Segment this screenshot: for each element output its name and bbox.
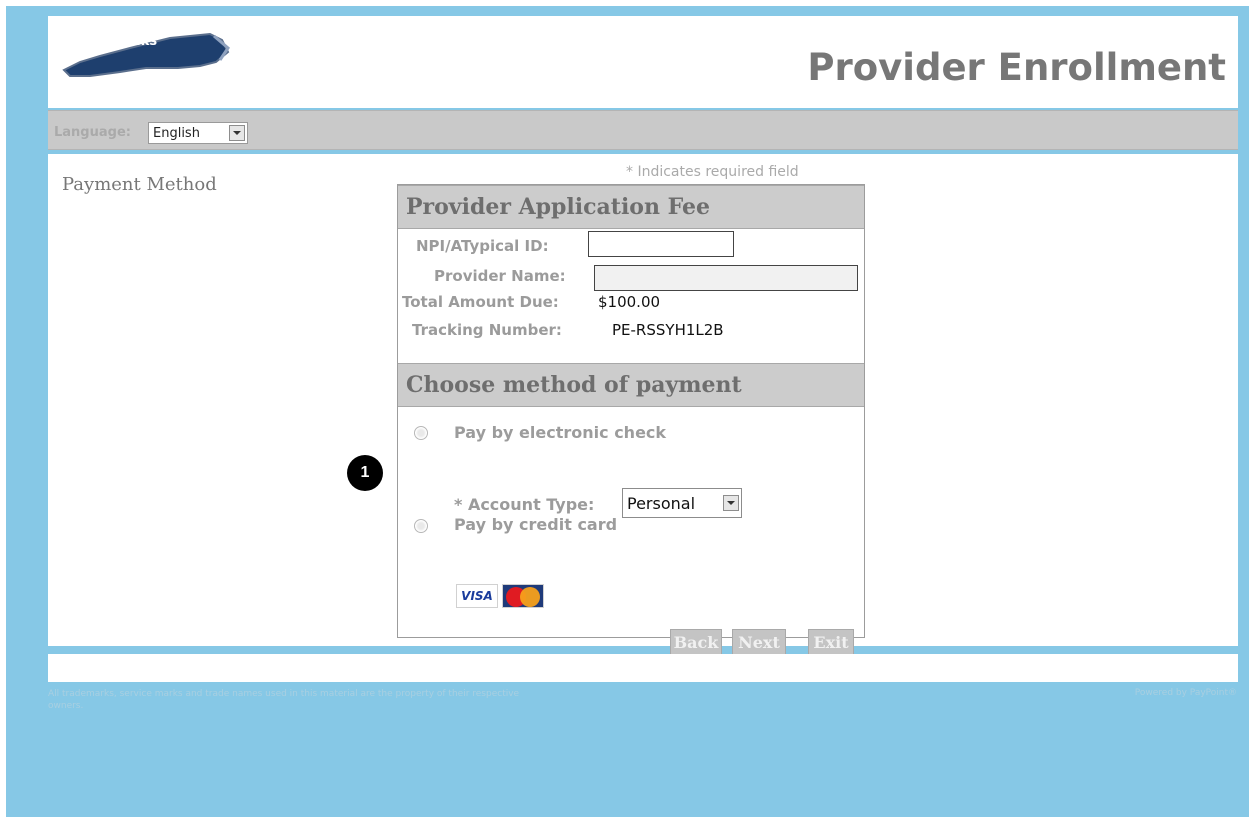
total-amount-label: Total Amount Due: (402, 293, 559, 311)
step-callout-badge: 1 (347, 455, 383, 491)
payment-method-header: Choose method of payment (398, 363, 864, 407)
next-button[interactable]: Next (732, 629, 786, 657)
fee-section-header: Provider Application Fee (398, 185, 864, 229)
exit-button[interactable]: Exit (808, 629, 854, 657)
main-content: Payment Method * Indicates required fiel… (48, 154, 1238, 657)
credit-card-radio[interactable] (414, 519, 428, 533)
payment-form: Provider Application Fee NPI/ATypical ID… (397, 184, 865, 657)
provider-name-label: Provider Name: (434, 267, 566, 285)
account-type-select[interactable]: Personal (622, 488, 742, 518)
visa-card-icon: VISA (456, 584, 498, 608)
page-canvas: NCTracks Provider Enrollment Language: E… (6, 6, 1249, 817)
language-label: Language: (54, 125, 131, 140)
tracking-number-label: Tracking Number: (412, 321, 562, 339)
total-amount-value: $100.00 (598, 293, 661, 311)
echeck-option-label[interactable]: Pay by electronic check (454, 423, 666, 442)
chevron-down-icon[interactable] (229, 125, 245, 141)
provider-name-input[interactable] (594, 265, 858, 291)
language-bar: Language: English (48, 110, 1238, 150)
language-selected-value: English (153, 125, 200, 141)
chevron-down-icon[interactable] (723, 495, 739, 511)
account-type-value: Personal (627, 493, 696, 513)
tracking-number-value: PE-RSSYH1L2B (612, 321, 724, 339)
credit-card-option-label[interactable]: Pay by credit card (454, 515, 617, 534)
back-button[interactable]: Back (670, 629, 722, 657)
logo-text: NCTracks (90, 34, 158, 49)
page-header: NCTracks Provider Enrollment (48, 16, 1238, 108)
mastercard-icon (502, 584, 544, 608)
section-title: Payment Method (62, 174, 217, 195)
footer-disclaimer: All trademarks, service marks and trade … (48, 689, 520, 711)
language-select[interactable]: English (148, 122, 248, 144)
required-field-note: * Indicates required field (626, 164, 799, 180)
npi-label: NPI/ATypical ID: (416, 237, 549, 255)
footer-bar (48, 654, 1238, 682)
npi-input[interactable] (588, 231, 734, 257)
echeck-radio[interactable] (414, 426, 428, 440)
footer-powered-by: Powered by PayPoint® (1134, 688, 1237, 698)
account-type-label: * Account Type: (454, 495, 595, 514)
page-title: Provider Enrollment (807, 46, 1226, 89)
